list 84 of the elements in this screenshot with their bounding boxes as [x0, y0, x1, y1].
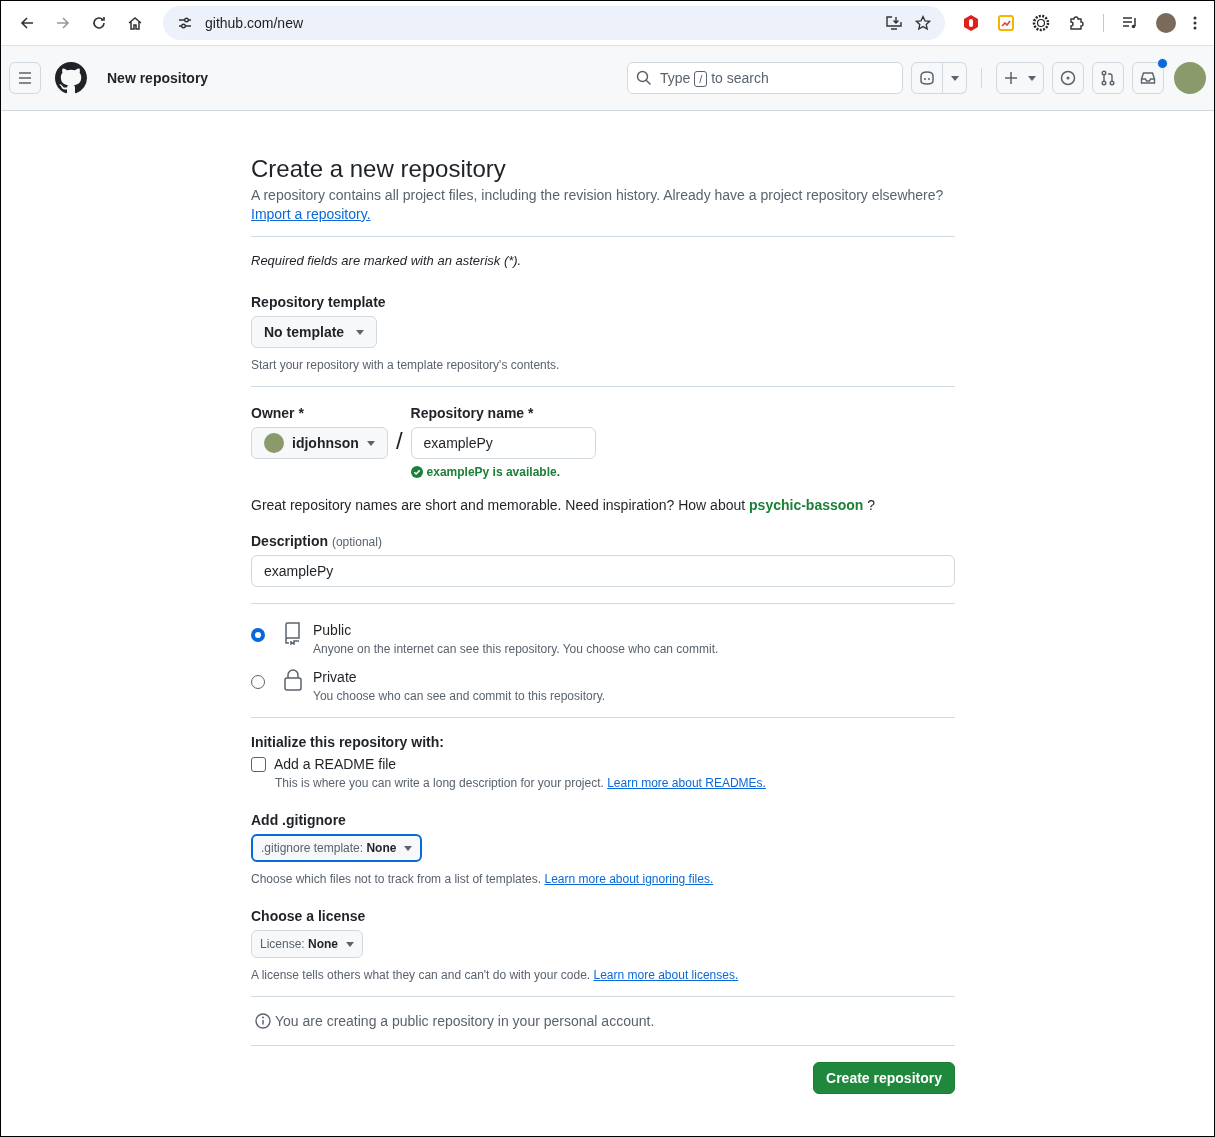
hint-text: This is where you can write a long description for your project. Learn more about READMEs. — [275, 776, 767, 790]
more-options-icon[interactable] — [1193, 15, 1197, 31]
learn-more-link[interactable]: Learn more about ignoring files. — [544, 872, 714, 886]
avatar[interactable] — [1156, 13, 1176, 33]
caret-icon — [366, 440, 375, 446]
create-new-button[interactable] — [996, 62, 1044, 94]
hint-text: Choose which files not to track from a list of templates. Learn more about ignoring files. — [251, 872, 715, 886]
site-settings-icon[interactable] — [177, 15, 193, 31]
learn-more-link[interactable]: Learn more about licenses. — [593, 968, 739, 982]
info-icon — [255, 1013, 271, 1029]
octocat-logo-icon[interactable] — [55, 62, 87, 94]
page-title: New repository — [107, 70, 209, 86]
field-label: Add .gitignore — [251, 812, 347, 828]
home-icon[interactable] — [127, 15, 143, 31]
field-label: Choose a license — [251, 908, 367, 924]
inbox-icon — [1140, 70, 1156, 86]
media-queue-icon[interactable] — [1121, 15, 1139, 31]
hint-text: Start your repository with a template repository's contents. — [251, 358, 561, 372]
search-field[interactable]: Type / to search — [627, 62, 903, 94]
address-bar[interactable]: github.com/new — [163, 6, 945, 40]
issues-button[interactable] — [1052, 62, 1084, 94]
field-label: Repository template — [251, 294, 387, 310]
check-circle-icon — [410, 466, 423, 478]
required-note: Required fields are marked with an asterisk (*). — [251, 253, 523, 268]
install-icon[interactable] — [885, 15, 903, 31]
license-dropdown[interactable]: License: None — [251, 930, 364, 958]
pull-requests-button[interactable] — [1092, 62, 1124, 94]
back-icon[interactable] — [19, 15, 35, 31]
copilot-icon — [918, 70, 936, 86]
owner-dropdown[interactable]: idjohnson — [251, 427, 388, 459]
caret-icon — [356, 329, 365, 335]
copilot-dropdown-button[interactable] — [943, 62, 967, 94]
menu-icon — [18, 72, 32, 84]
star-icon[interactable] — [915, 15, 931, 31]
avatar — [264, 433, 284, 453]
menu-button[interactable] — [9, 62, 41, 94]
optional-label: (optional) — [331, 535, 382, 549]
puzzle-icon[interactable] — [1068, 14, 1086, 32]
repository-book-icon — [283, 622, 303, 645]
caret-icon — [950, 75, 959, 81]
description-input[interactable]: examplePy — [251, 555, 955, 587]
create-repository-button[interactable]: Create repository — [813, 1062, 955, 1094]
forward-icon[interactable] — [55, 15, 71, 31]
page-heading: Create a new repository — [251, 155, 507, 183]
search-icon — [636, 70, 652, 86]
url-text: github.com/new — [205, 15, 304, 31]
field-label: Repository name * — [410, 405, 535, 421]
hint-text: A license tells others what they can and can't do with your code. Learn more about licenses. — [251, 968, 740, 982]
intro-text: A repository contains all project files, including the revision history. Already have a project repository elsewhere? — [251, 187, 945, 203]
option-description: Anyone on the internet can see this repository. You choose who can commit. — [313, 642, 719, 656]
field-label: Owner * — [251, 405, 305, 421]
pull-request-icon — [1100, 70, 1116, 86]
field-label: Description — [251, 533, 328, 549]
repo-name-input[interactable]: examplePy — [410, 427, 596, 459]
checkbox[interactable] — [251, 756, 266, 772]
gitignore-dropdown[interactable]: .gitignore template: None — [251, 834, 423, 862]
caret-icon — [346, 941, 355, 947]
sunburst-icon[interactable] — [1032, 14, 1050, 32]
learn-more-link[interactable]: Learn more about READMEs. — [607, 776, 766, 790]
template-dropdown[interactable]: No template — [251, 316, 378, 348]
caret-icon — [1028, 75, 1036, 81]
option-label: Public — [313, 622, 353, 638]
avatar[interactable] — [1174, 62, 1206, 94]
suggestion-text: Great repository names are short and memorable. Need inspiration? How about psychic-bassoon ? — [251, 497, 877, 513]
section-heading: Initialize this repository with: — [251, 734, 445, 750]
issue-circle-icon — [1060, 70, 1076, 86]
plus-icon — [1004, 71, 1018, 85]
hexagon-icon[interactable] — [962, 14, 980, 32]
import-link[interactable]: Import a repository. — [251, 206, 371, 222]
notice-text: You are creating a public repository in your personal account. — [275, 1013, 655, 1029]
checkbox-label: Add a README file — [274, 756, 397, 772]
suggestion-link[interactable]: psychic-bassoon — [749, 497, 864, 513]
radio-button[interactable] — [251, 628, 265, 642]
chart-square-icon[interactable] — [998, 15, 1014, 31]
reload-icon[interactable] — [91, 15, 107, 31]
option-description: You choose who can see and commit to this repository. — [313, 689, 606, 703]
search-placeholder: Type / to search — [660, 69, 769, 87]
shortcut-key: / — [694, 70, 708, 87]
option-label: Private — [313, 669, 358, 685]
copilot-button[interactable] — [911, 62, 943, 94]
caret-icon — [404, 845, 413, 851]
path-separator: / — [395, 427, 403, 455]
lock-icon — [283, 669, 303, 692]
availability-text: examplePy is available. — [426, 465, 560, 479]
